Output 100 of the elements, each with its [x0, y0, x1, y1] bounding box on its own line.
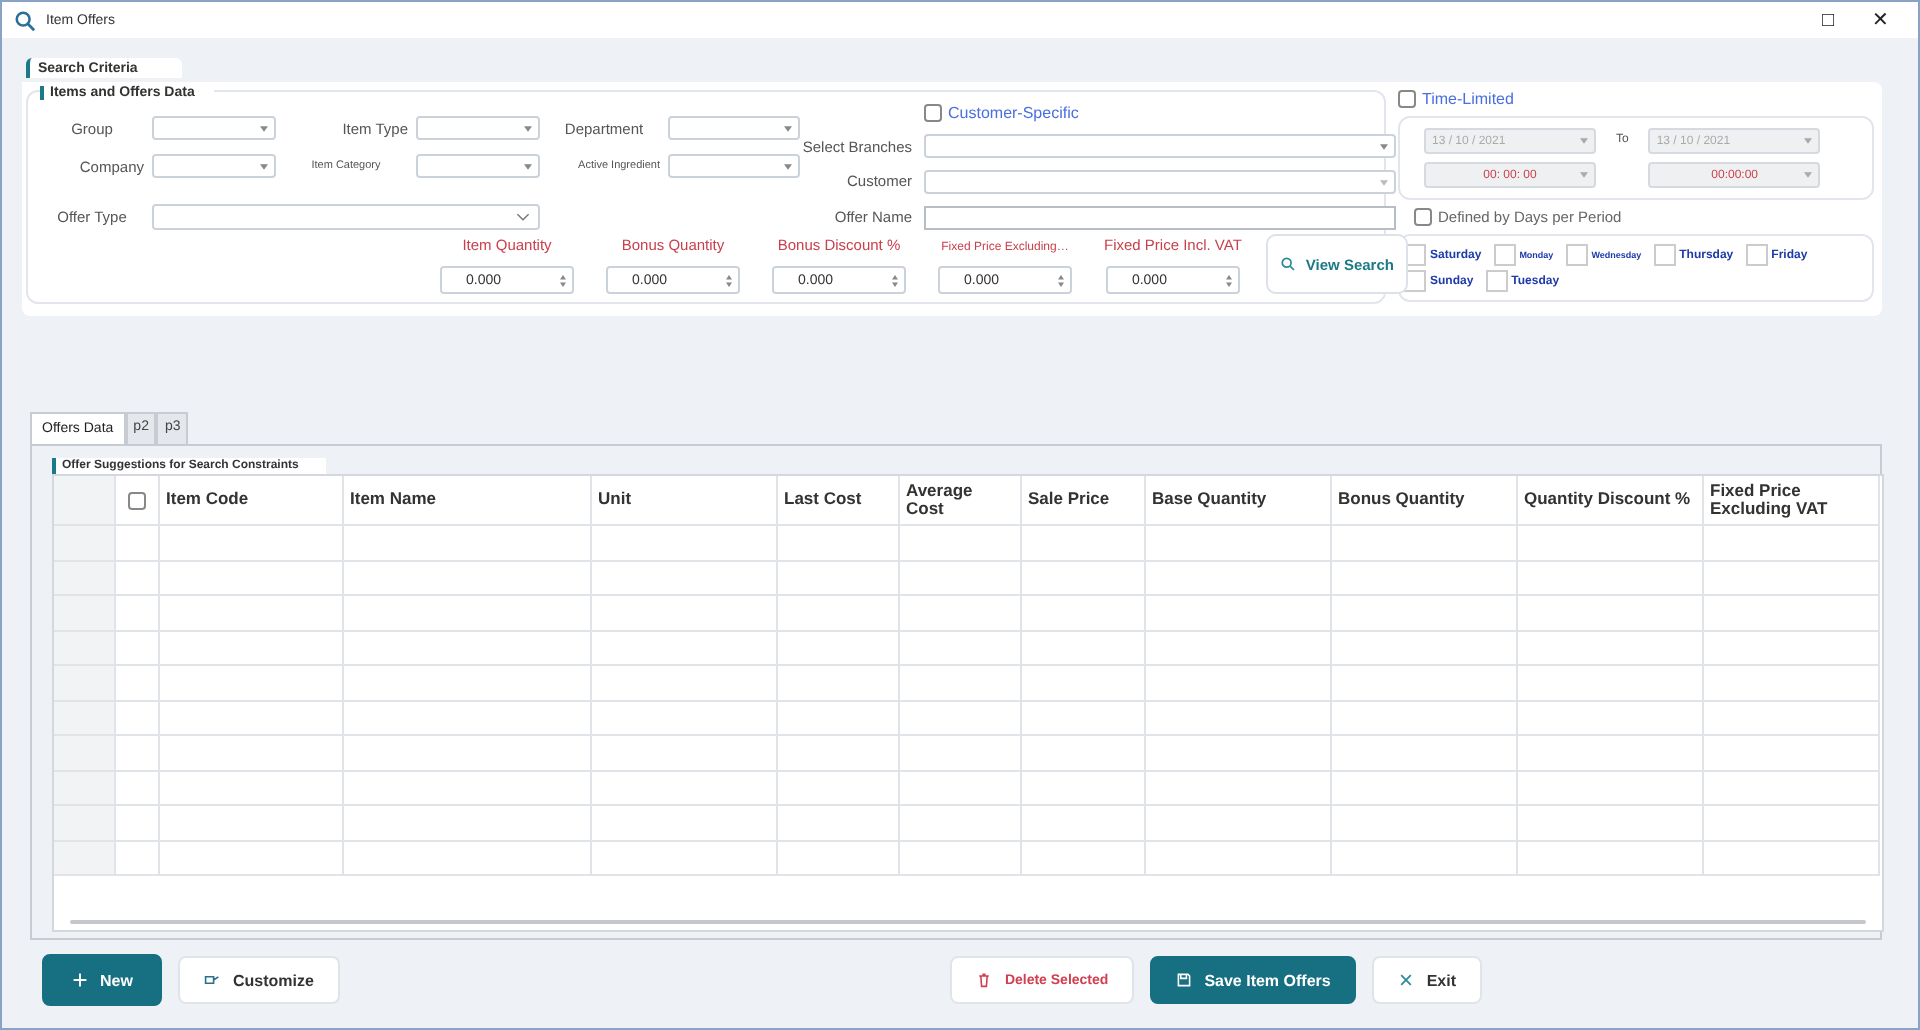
action-button[interactable]: New: [42, 954, 163, 1006]
row-header[interactable]: [54, 596, 116, 631]
checkbox[interactable]: [1493, 244, 1516, 266]
dropdown[interactable]: [152, 204, 540, 230]
dropdown[interactable]: [416, 116, 540, 140]
column-header[interactable]: Item Name: [344, 476, 592, 526]
table-cell: [900, 806, 1022, 841]
table-cell: [778, 841, 900, 876]
column-header[interactable]: Item Code: [160, 476, 344, 526]
maximize-button[interactable]: □: [1802, 9, 1854, 31]
row-header[interactable]: [54, 526, 116, 561]
dropdown[interactable]: [152, 154, 276, 178]
column-header[interactable]: Last Cost: [778, 476, 900, 526]
brush-icon: [204, 972, 221, 988]
search-icon: [1279, 256, 1296, 272]
app-icon: [14, 9, 36, 31]
spinner-arrows-icon: [1058, 273, 1064, 287]
checkbox[interactable]: [924, 104, 942, 123]
table-cell: [778, 806, 900, 841]
caret-icon: [524, 164, 532, 170]
table-cell: [1022, 806, 1146, 841]
checkbox[interactable]: [1398, 90, 1416, 108]
checkbox-label: Customer-Specific: [948, 104, 1079, 123]
table-cell: [778, 771, 900, 806]
table-cell: [116, 841, 160, 876]
dropdown[interactable]: [152, 116, 276, 140]
spinner-arrows-icon: [560, 273, 566, 287]
caret-icon: [1580, 172, 1588, 178]
dropdown[interactable]: [416, 154, 540, 178]
table-cell: [1022, 561, 1146, 596]
table-cell: [1022, 666, 1146, 701]
action-button[interactable]: Customize: [178, 956, 340, 1004]
caret-icon: [1580, 138, 1588, 144]
table-cell: [900, 666, 1022, 701]
row-header[interactable]: [54, 666, 116, 701]
close-button[interactable]: ✕: [1854, 8, 1906, 32]
checkbox[interactable]: [1653, 244, 1676, 266]
row-header[interactable]: [54, 701, 116, 736]
table-cell: [1022, 526, 1146, 561]
table-cell: [116, 561, 160, 596]
row-header[interactable]: [54, 806, 116, 841]
column-header[interactable]: Unit: [592, 476, 778, 526]
table-cell: [900, 526, 1022, 561]
table-cell: [900, 771, 1022, 806]
row-header[interactable]: [54, 736, 116, 771]
caret-icon: [1804, 138, 1813, 144]
table-cell: [1022, 771, 1146, 806]
save-icon: [1176, 972, 1193, 988]
column-header[interactable]: Average Cost: [900, 476, 1022, 526]
column-header[interactable]: Fixed Price Excluding VAT: [1704, 476, 1880, 526]
plus-icon: [72, 972, 88, 988]
table-cell: [116, 701, 160, 736]
action-button[interactable]: Exit: [1372, 956, 1482, 1004]
table-cell: [116, 666, 160, 701]
caret-icon: [1380, 144, 1388, 151]
spinner-arrows-icon: [726, 273, 732, 287]
table-cell: [778, 631, 900, 666]
table-cell: [778, 596, 900, 631]
table-cell: [900, 596, 1022, 631]
checkbox[interactable]: [1745, 244, 1768, 266]
checkbox[interactable]: [128, 491, 146, 509]
table-cell: [116, 736, 160, 771]
scrollbar[interactable]: [70, 920, 1866, 924]
row-header[interactable]: [54, 561, 116, 596]
dropdown[interactable]: [924, 169, 1396, 194]
table-cell: [900, 841, 1022, 876]
dropdown[interactable]: [924, 134, 1396, 159]
column-header[interactable]: Sale Price: [1022, 476, 1146, 526]
dropdown[interactable]: [668, 154, 800, 178]
table-cell: [778, 701, 900, 736]
table-cell: [778, 526, 900, 561]
table-cell: [900, 701, 1022, 736]
column-header[interactable]: Quantity Discount %: [1518, 476, 1704, 526]
trash-icon: [976, 972, 993, 988]
table-cell: [1022, 841, 1146, 876]
row-header[interactable]: [54, 841, 116, 876]
table-cell: [1022, 631, 1146, 666]
table-cell: [900, 631, 1022, 666]
row-header[interactable]: [54, 771, 116, 806]
spinner-arrows-icon: [892, 273, 898, 287]
caret-icon: [524, 126, 532, 132]
table-cell: [116, 631, 160, 666]
chevron-icon: [516, 212, 530, 222]
table-cell: [900, 736, 1022, 771]
caret-icon: [260, 164, 268, 170]
table-cell: [1022, 736, 1146, 771]
table-cell: [116, 771, 160, 806]
row-header[interactable]: [54, 631, 116, 666]
input-field[interactable]: [924, 205, 1396, 230]
caret-icon: [260, 126, 268, 132]
column-header[interactable]: Bonus Quantity: [1332, 476, 1518, 526]
checkbox[interactable]: [1485, 270, 1508, 292]
table-cell: [778, 561, 900, 596]
dropdown[interactable]: [668, 116, 800, 140]
checkbox[interactable]: [1565, 244, 1588, 266]
caret-icon: [784, 126, 792, 132]
checkbox[interactable]: [1414, 208, 1432, 226]
action-button[interactable]: Save Item Offers: [1150, 956, 1357, 1004]
column-header[interactable]: Base Quantity: [1146, 476, 1332, 526]
table-cell: [900, 561, 1022, 596]
